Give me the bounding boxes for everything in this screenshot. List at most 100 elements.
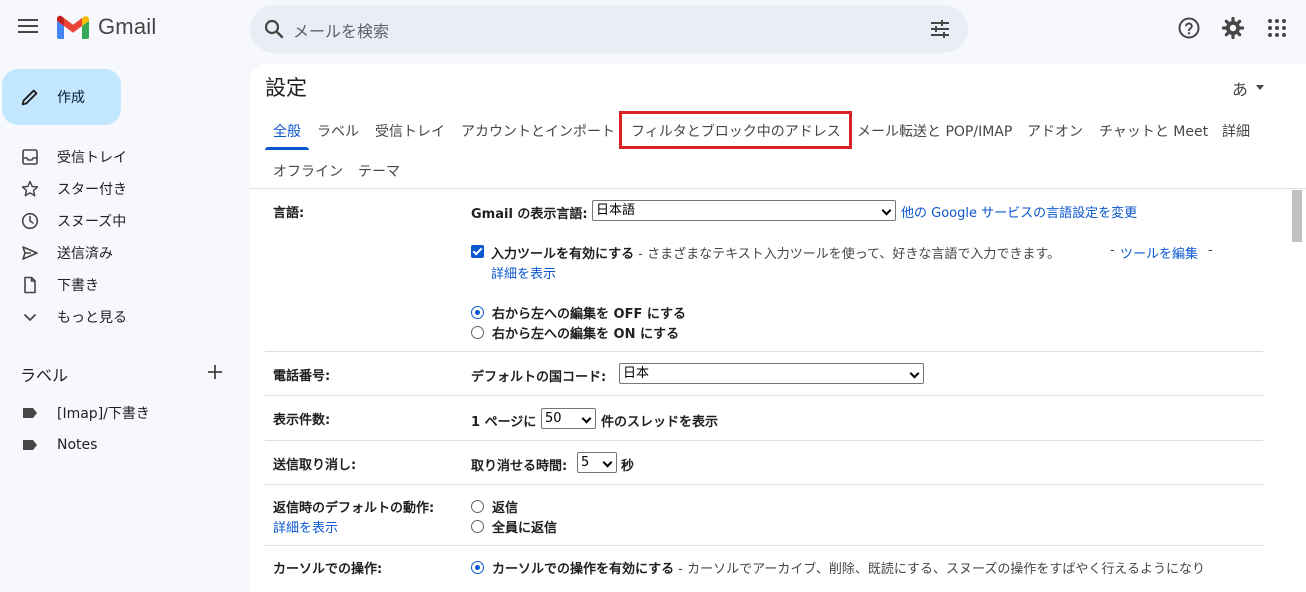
dash-separator: - (1208, 243, 1213, 258)
help-icon[interactable] (1177, 16, 1201, 40)
search-bar[interactable]: メールを検索 (250, 5, 968, 53)
inbox-icon (22, 149, 38, 165)
cursor-actions-line: カーソルでの操作を有効にする - カーソルでアーカイブ、削除、既読にする、スヌー… (492, 558, 1205, 577)
sidebar-label-name: Notes (57, 437, 98, 453)
rtl-off-radio[interactable] (471, 306, 484, 319)
label-tag-icon (23, 408, 37, 418)
star-icon (21, 180, 39, 197)
tab-addons[interactable]: アドオン (1027, 121, 1083, 141)
row-divider (265, 395, 1263, 396)
sidebar-item-inbox[interactable]: 受信トレイ (0, 141, 240, 173)
rtl-on-radio[interactable] (471, 326, 484, 339)
rtl-off-label: 右から左への編集を OFF にする (492, 307, 686, 322)
display-language-select[interactable]: 日本語 (592, 200, 896, 221)
search-options-icon[interactable] (928, 17, 952, 41)
select-caret-icon (909, 368, 920, 379)
undo-send-suffix: 秒 (621, 459, 635, 474)
reply-label: 返信 (492, 501, 519, 516)
undo-send-select[interactable]: 5 (577, 452, 617, 473)
input-tools-desc: - さまざまなテキスト入力ツールを使って、好きな言語で入力できます。 (634, 247, 1061, 262)
page-size-suffix: 件のスレッドを表示 (601, 415, 719, 430)
reply-all-label: 全員に返信 (492, 521, 558, 536)
sidebar-item-label: 受信トレイ (57, 150, 127, 166)
input-tools-checkbox[interactable] (471, 245, 484, 258)
page-size-value: 50 (545, 411, 562, 426)
sidebar-item-label: 送信済み (57, 246, 113, 262)
undo-send-value: 5 (581, 455, 590, 470)
input-tools-button[interactable]: あ (1232, 76, 1248, 100)
active-tab-indicator (265, 147, 309, 150)
compose-button[interactable]: 作成 (2, 69, 121, 125)
compose-label: 作成 (57, 90, 85, 106)
clock-icon (21, 212, 39, 230)
dash-separator: - (1110, 243, 1115, 258)
row-divider (265, 351, 1263, 352)
gmail-m-icon (57, 15, 89, 39)
gmail-logo[interactable]: Gmail (57, 14, 156, 40)
sidebar-item-label: 下書き (57, 278, 99, 294)
highlight-annotation-box (619, 111, 852, 149)
input-tools-dropdown-icon[interactable] (1256, 85, 1264, 90)
row-divider (265, 484, 1263, 485)
sidebar-item-starred[interactable]: スター付き (0, 173, 240, 205)
tab-offline[interactable]: オフライン (273, 161, 343, 181)
gmail-wordmark: Gmail (98, 14, 157, 39)
display-language-label: Gmail の表示言語: (471, 207, 588, 222)
select-caret-icon (581, 413, 592, 424)
tab-inbox[interactable]: 受信トレイ (375, 121, 445, 141)
scrollbar-thumb[interactable] (1292, 190, 1302, 242)
other-google-language-link[interactable]: 他の Google サービスの言語設定を変更 (901, 202, 1137, 221)
apps-grid-icon[interactable] (1265, 16, 1289, 40)
page-title: 設定 (265, 76, 307, 100)
country-code-value: 日本 (623, 366, 650, 381)
country-code-select[interactable]: 日本 (619, 363, 924, 384)
tab-accounts-import[interactable]: アカウントとインポート (461, 121, 615, 141)
tab-chat-meet[interactable]: チャットと Meet (1099, 121, 1208, 141)
tab-themes[interactable]: テーマ (358, 161, 400, 181)
phone-label: 電話番号: (273, 369, 331, 384)
sidebar-label-notes[interactable]: Notes (0, 429, 240, 461)
main-menu-button[interactable] (18, 19, 38, 33)
row-divider (265, 545, 1263, 546)
settings-panel: 設定 あ 全般 ラベル 受信トレイ アカウントとインポート フィルタとブロック中… (250, 64, 1306, 592)
sidebar-label-imap-drafts[interactable]: [Imap]/下書き (0, 397, 240, 429)
reply-radio[interactable] (471, 500, 484, 513)
select-caret-icon (602, 457, 613, 468)
labels-heading: ラベル (20, 366, 69, 385)
input-tools-details-link[interactable]: 詳細を表示 (491, 263, 556, 282)
page-size-label: 表示件数: (273, 413, 331, 428)
sidebar-item-label: もっと見る (57, 310, 127, 326)
cursor-actions-enable: カーソルでの操作を有効にする (492, 562, 675, 577)
plus-icon[interactable] (205, 362, 225, 382)
tab-advanced[interactable]: 詳細 (1222, 121, 1250, 141)
sidebar-label-name: [Imap]/下書き (57, 406, 150, 422)
tab-forwarding-pop-imap[interactable]: メール転送と POP/IMAP (857, 121, 1012, 141)
sidebar-item-more[interactable]: もっと見る (0, 301, 240, 333)
sidebar-item-label: スヌーズ中 (57, 214, 127, 230)
undo-send-label: 送信取り消し: (273, 458, 357, 473)
country-code-label: デフォルトの国コード: (471, 370, 607, 385)
reply-default-label: 返信時のデフォルトの動作: (273, 501, 435, 516)
sidebar-item-sent[interactable]: 送信済み (0, 237, 240, 269)
tab-labels[interactable]: ラベル (317, 121, 359, 141)
sidebar-item-snoozed[interactable]: スヌーズ中 (0, 205, 240, 237)
label-tag-icon (23, 440, 37, 450)
rtl-on-label: 右から左への編集を ON にする (492, 327, 680, 342)
undo-send-prefix: 取り消せる時間: (471, 459, 568, 474)
cursor-actions-radio[interactable] (471, 561, 484, 574)
reply-all-radio[interactable] (471, 520, 484, 533)
settings-gear-icon[interactable] (1221, 16, 1245, 40)
cursor-actions-desc: - カーソルでアーカイブ、削除、既読にする、スヌーズの操作をすばやく行えるように… (674, 562, 1206, 577)
send-icon (22, 246, 38, 260)
sidebar-item-drafts[interactable]: 下書き (0, 269, 240, 301)
draft-icon (24, 276, 36, 294)
edit-tools-link[interactable]: ツールを編集 (1120, 243, 1198, 262)
select-caret-icon (881, 205, 892, 216)
language-label: 言語: (273, 206, 305, 221)
search-input[interactable]: メールを検索 (293, 18, 389, 42)
search-icon[interactable] (262, 17, 286, 41)
page-size-select[interactable]: 50 (541, 408, 596, 429)
input-tools-label: 入力ツールを有効にする (491, 247, 635, 262)
reply-default-details-link[interactable]: 詳細を表示 (273, 517, 338, 536)
tab-general[interactable]: 全般 (273, 121, 301, 141)
